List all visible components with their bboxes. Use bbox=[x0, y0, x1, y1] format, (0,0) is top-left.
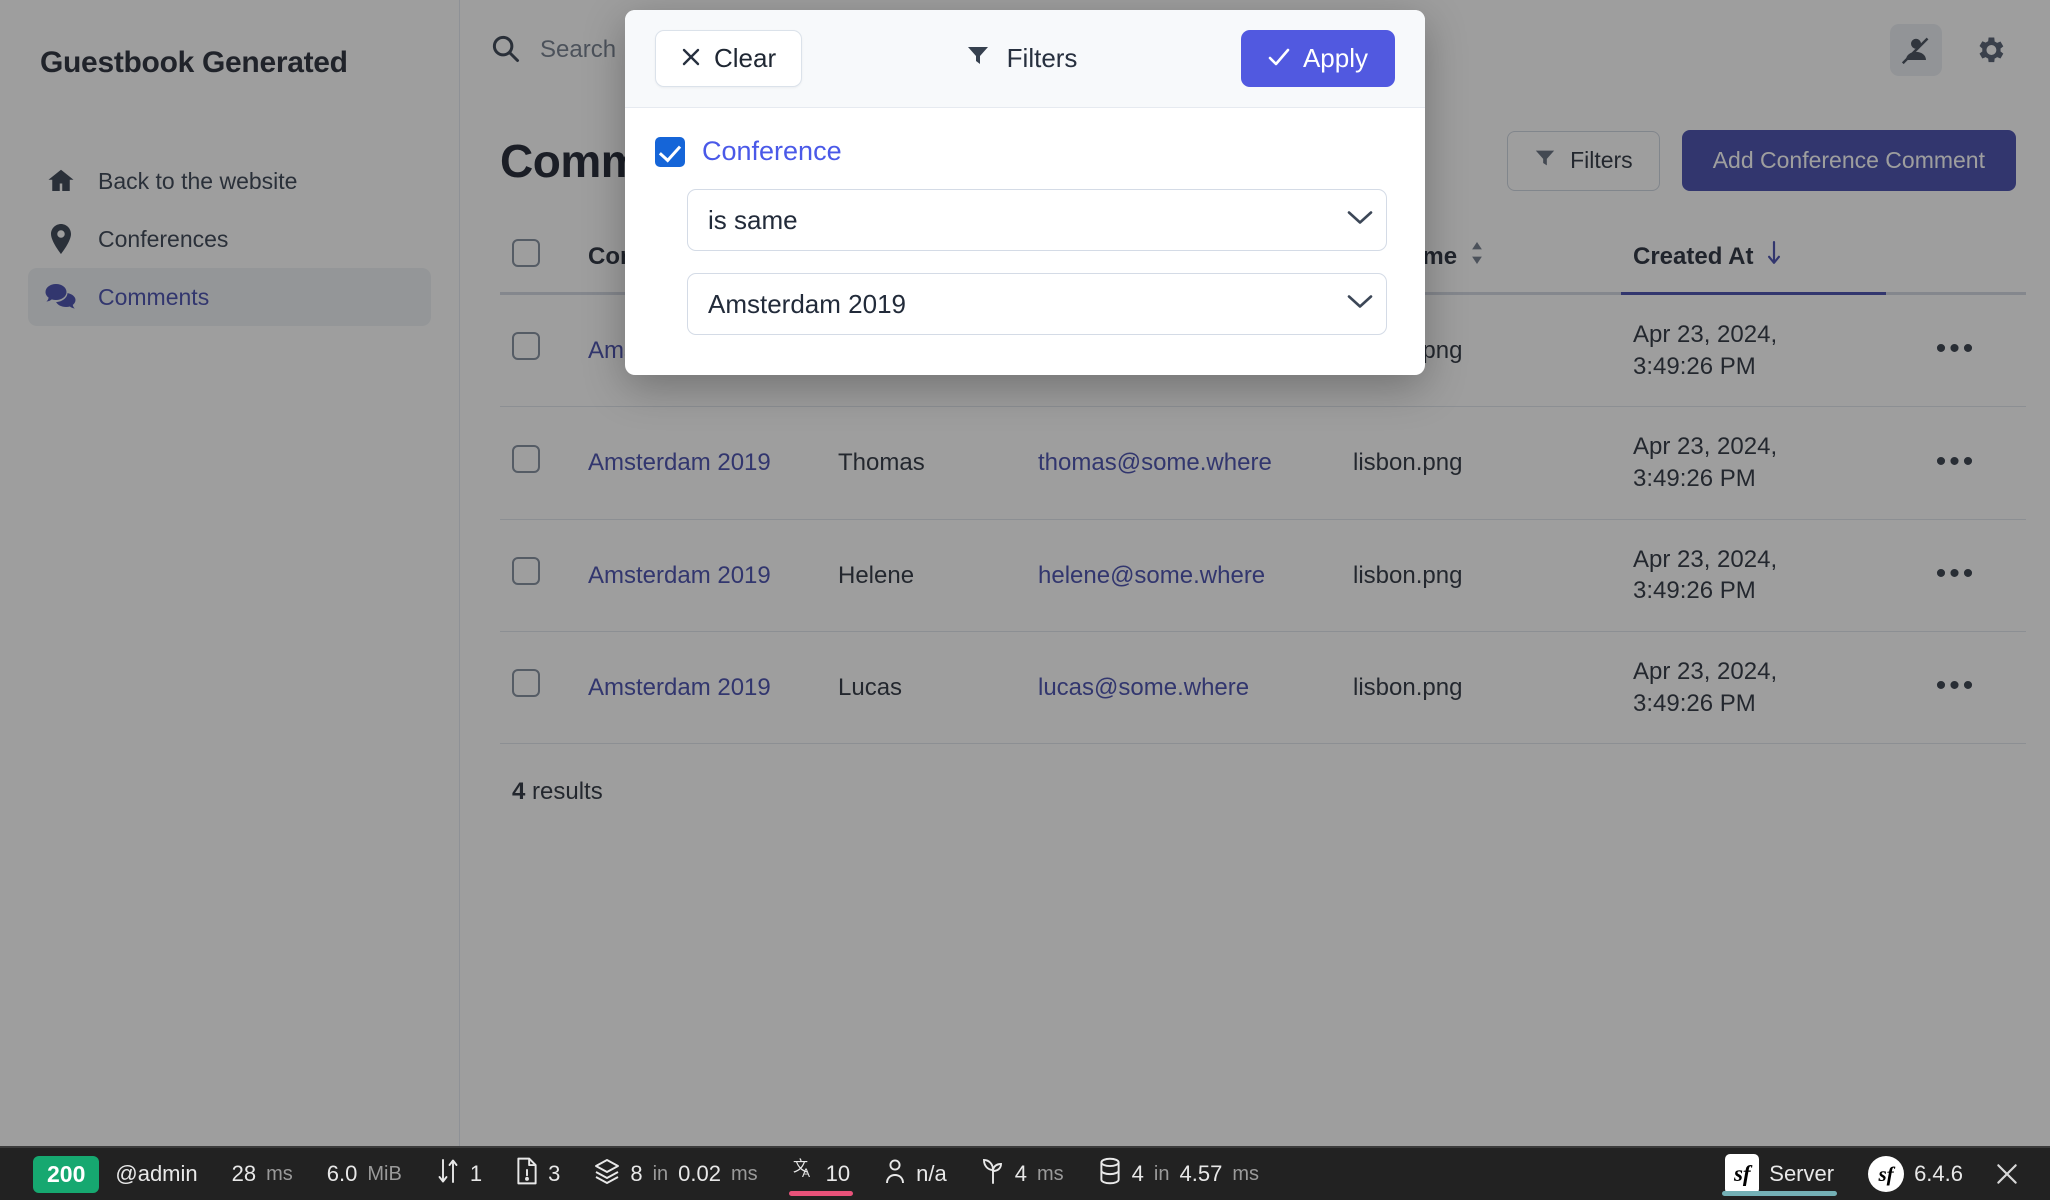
filters-dialog-header: Clear Filters Apply bbox=[625, 10, 1425, 108]
filter-conference-label[interactable]: Conference bbox=[702, 136, 842, 167]
db-time: 4.57 bbox=[1180, 1161, 1223, 1187]
http-client-value: 1 bbox=[470, 1161, 482, 1187]
filters-dialog: Clear Filters Apply bbox=[625, 10, 1425, 375]
db-value: 4 bbox=[1132, 1161, 1144, 1187]
toolbar-translation[interactable]: 文 A 10 bbox=[775, 1148, 867, 1200]
filters-dialog-title: Filters bbox=[966, 43, 1078, 74]
user-icon bbox=[884, 1158, 906, 1190]
db-in-label: in bbox=[1154, 1163, 1170, 1186]
twig-unit: ms bbox=[1037, 1163, 1064, 1186]
server-status-underline bbox=[1722, 1191, 1837, 1196]
status-code-badge: 200 bbox=[33, 1156, 99, 1193]
filter-value-wrap: Amsterdam 2019 bbox=[687, 273, 1395, 335]
app-root: Guestbook Generated Back to the website … bbox=[0, 0, 2050, 1200]
toolbar-left-group: 200 @admin 28 ms 6.0 MiB 1 bbox=[0, 1148, 1276, 1200]
clear-filters-button[interactable]: Clear bbox=[655, 30, 802, 87]
toolbar-server[interactable]: sf Server bbox=[1708, 1148, 1851, 1200]
cache-in-label: in bbox=[653, 1163, 669, 1186]
symfony-debug-toolbar: 200 @admin 28 ms 6.0 MiB 1 bbox=[0, 1146, 2050, 1200]
toolbar-memory[interactable]: 6.0 MiB bbox=[310, 1148, 419, 1200]
filter-operator-wrap: is same bbox=[687, 189, 1395, 251]
memory-unit: MiB bbox=[367, 1163, 401, 1186]
toolbar-twig[interactable]: 4 ms bbox=[964, 1148, 1081, 1200]
filters-dialog-body: Conference is same Amsterdam 2019 bbox=[625, 108, 1425, 375]
toolbar-http-client[interactable]: 1 bbox=[419, 1148, 499, 1200]
apply-button-label: Apply bbox=[1303, 43, 1368, 74]
apply-filters-button[interactable]: Apply bbox=[1241, 30, 1395, 87]
translation-value: 10 bbox=[826, 1161, 850, 1187]
forms-value: 3 bbox=[548, 1161, 560, 1187]
twig-leaf-icon bbox=[981, 1158, 1005, 1190]
time-unit: ms bbox=[266, 1163, 293, 1186]
cache-time: 0.02 bbox=[678, 1161, 721, 1187]
toolbar-user-label: @admin bbox=[115, 1161, 197, 1187]
symfony-circle-icon: sf bbox=[1868, 1156, 1904, 1192]
toolbar-request-status[interactable]: 200 @admin bbox=[16, 1148, 215, 1200]
layers-icon bbox=[594, 1158, 620, 1190]
version-label: 6.4.6 bbox=[1914, 1161, 1963, 1187]
toolbar-security[interactable]: n/a bbox=[867, 1148, 964, 1200]
twig-value: 4 bbox=[1015, 1161, 1027, 1187]
db-unit: ms bbox=[1232, 1163, 1259, 1186]
cache-unit: ms bbox=[731, 1163, 758, 1186]
filter-operator-select[interactable]: is same bbox=[687, 189, 1387, 251]
filter-enable-row: Conference bbox=[655, 136, 1395, 167]
toolbar-right-group: sf Server sf 6.4.6 bbox=[1708, 1148, 2050, 1200]
filter-conference-checkbox[interactable] bbox=[655, 137, 685, 167]
filters-dialog-title-label: Filters bbox=[1007, 43, 1078, 74]
toolbar-cache[interactable]: 8 in 0.02 ms bbox=[577, 1148, 774, 1200]
translate-icon: 文 A bbox=[792, 1158, 816, 1190]
database-icon bbox=[1098, 1157, 1122, 1191]
filter-conference: Conference is same Amsterdam 2019 bbox=[655, 136, 1395, 335]
memory-value: 6.0 bbox=[327, 1161, 358, 1187]
svg-text:A: A bbox=[802, 1166, 810, 1180]
filter-value-select[interactable]: Amsterdam 2019 bbox=[687, 273, 1387, 335]
file-exclamation-icon bbox=[516, 1157, 538, 1191]
symfony-logo-icon: sf bbox=[1725, 1154, 1759, 1194]
arrows-updown-icon bbox=[436, 1157, 460, 1191]
close-x-icon bbox=[681, 43, 701, 74]
filter-funnel-icon bbox=[966, 43, 990, 74]
cache-value: 8 bbox=[630, 1161, 642, 1187]
translation-warning-underline bbox=[789, 1191, 853, 1196]
toolbar-database[interactable]: 4 in 4.57 ms bbox=[1081, 1148, 1276, 1200]
toolbar-forms[interactable]: 3 bbox=[499, 1148, 577, 1200]
security-value: n/a bbox=[916, 1161, 947, 1187]
toolbar-symfony-version[interactable]: sf 6.4.6 bbox=[1851, 1148, 1980, 1200]
server-label: Server bbox=[1769, 1161, 1834, 1187]
time-value: 28 bbox=[232, 1161, 256, 1187]
clear-button-label: Clear bbox=[714, 43, 776, 74]
check-icon bbox=[1268, 43, 1290, 74]
close-icon[interactable] bbox=[1980, 1148, 2034, 1200]
toolbar-time[interactable]: 28 ms bbox=[215, 1148, 310, 1200]
